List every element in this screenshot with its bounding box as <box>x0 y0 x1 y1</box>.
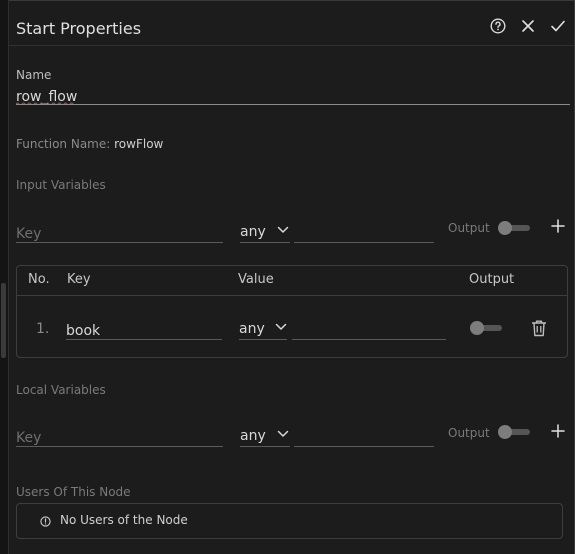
chevron-down-icon <box>277 226 289 233</box>
function-name-value: rowFlow <box>114 137 164 151</box>
input-type-value: any <box>240 224 266 240</box>
plus-icon <box>551 219 565 233</box>
name-input[interactable]: row_flow <box>16 86 570 106</box>
confirm-button[interactable] <box>548 16 568 36</box>
chevron-down-icon <box>275 323 287 330</box>
input-key-placeholder: Key <box>16 226 42 242</box>
info-icon <box>40 516 51 527</box>
close-icon <box>522 20 534 32</box>
row-number: 1. <box>36 321 50 337</box>
row-key-underline <box>66 339 222 340</box>
row-key-field[interactable]: book <box>66 320 222 340</box>
toggle-knob <box>470 321 484 335</box>
row-type-select[interactable]: any <box>239 318 287 340</box>
no-users-text: No Users of the Node <box>60 513 188 527</box>
local-value-underline <box>294 446 434 447</box>
toggle-knob <box>498 221 512 235</box>
row-type-value: any <box>239 321 265 337</box>
row-type-underline <box>239 339 287 340</box>
local-key-field[interactable]: Key <box>16 427 223 447</box>
column-header-key: Key <box>67 272 91 287</box>
help-circle-icon <box>490 18 506 34</box>
check-icon <box>551 20 565 32</box>
input-value-field[interactable] <box>294 223 434 243</box>
function-name-row: Function Name: rowFlow <box>16 137 163 151</box>
local-variables-label: Local Variables <box>16 383 106 397</box>
input-value-underline <box>294 242 434 243</box>
row-key-value: book <box>66 323 101 339</box>
panel-left-border <box>0 0 9 554</box>
users-section-label: Users Of This Node <box>16 485 131 499</box>
add-input-variable-button[interactable] <box>548 216 568 236</box>
table-row: 1. book any <box>17 296 567 357</box>
input-variables-label: Input Variables <box>16 178 106 192</box>
function-name-label: Function Name: <box>16 137 111 151</box>
input-output-toggle[interactable] <box>498 221 530 235</box>
input-key-field[interactable]: Key <box>16 223 223 243</box>
local-output-toggle[interactable] <box>498 425 530 439</box>
column-header-value: Value <box>238 272 274 287</box>
panel-title: Start Properties <box>16 19 142 38</box>
trash-icon <box>532 320 546 337</box>
name-label: Name <box>16 68 52 82</box>
input-output-label: Output <box>448 221 490 235</box>
side-scrollbar[interactable] <box>1 283 6 358</box>
local-type-select[interactable]: any <box>240 425 290 447</box>
local-value-field[interactable] <box>294 427 434 447</box>
input-type-select[interactable]: any <box>240 221 290 243</box>
close-button[interactable] <box>518 16 538 36</box>
local-type-value: any <box>240 428 266 444</box>
help-button[interactable] <box>488 16 508 36</box>
local-type-underline <box>240 446 290 447</box>
toggle-knob <box>498 425 512 439</box>
users-empty-box: No Users of the Node <box>16 503 563 539</box>
column-header-output: Output <box>469 272 515 287</box>
row-output-toggle[interactable] <box>470 321 502 335</box>
row-value-underline <box>292 339 446 340</box>
panel-top-border <box>0 0 575 1</box>
column-header-no: No. <box>28 272 50 287</box>
row-value-field[interactable] <box>292 320 446 340</box>
local-output-label: Output <box>448 426 490 440</box>
input-type-underline <box>240 242 290 243</box>
local-key-placeholder: Key <box>16 430 42 446</box>
chevron-down-icon <box>277 430 289 437</box>
name-input-underline <box>16 104 570 105</box>
input-key-underline <box>16 242 223 243</box>
delete-row-button[interactable] <box>529 318 549 338</box>
header-divider <box>8 45 574 46</box>
local-key-underline <box>16 446 223 447</box>
add-local-variable-button[interactable] <box>548 421 568 441</box>
plus-icon <box>551 424 565 438</box>
